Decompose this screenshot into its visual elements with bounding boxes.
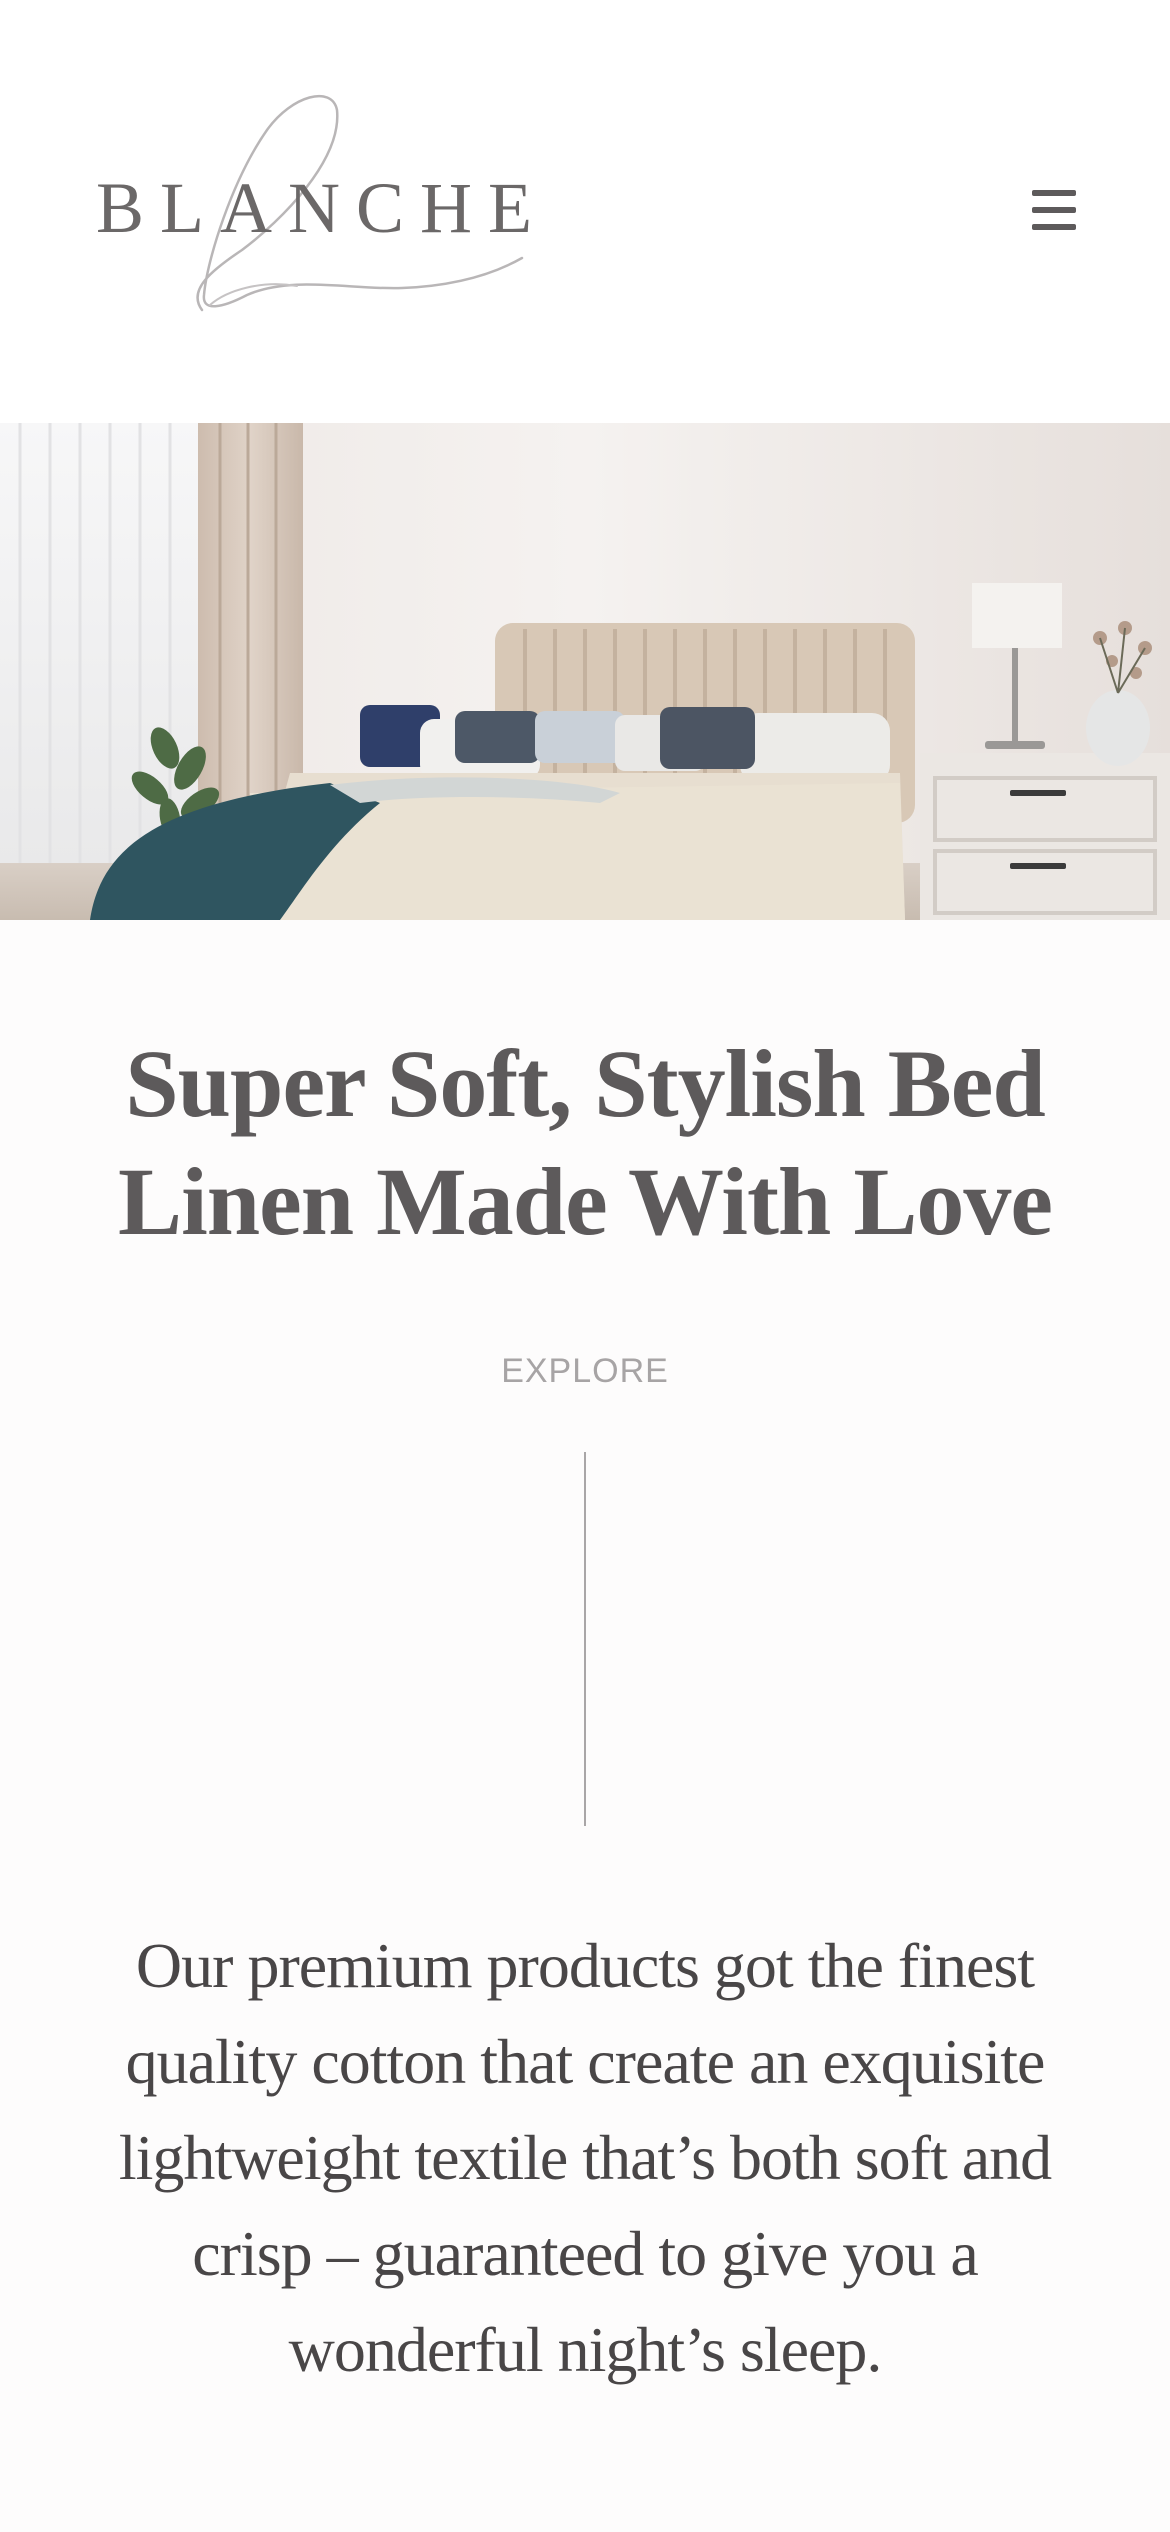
site-header: BLANCHE — [0, 0, 1170, 423]
menu-button[interactable] — [1018, 178, 1088, 240]
explore-link[interactable]: EXPLORE — [435, 1352, 735, 1391]
hero-headline: Super Soft, Stylish Bed Linen Made With … — [118, 1030, 1053, 1255]
brand-logo[interactable]: BLANCHE — [92, 90, 562, 320]
hamburger-menu-icon — [1032, 190, 1076, 230]
bedroom-hero-image — [0, 423, 1170, 920]
vertical-divider — [584, 1452, 586, 1826]
logo-wordmark: BLANCHE — [96, 168, 548, 248]
hero-image — [0, 423, 1170, 920]
intro-paragraph: Our premium products got the finest qual… — [118, 1930, 1052, 2385]
